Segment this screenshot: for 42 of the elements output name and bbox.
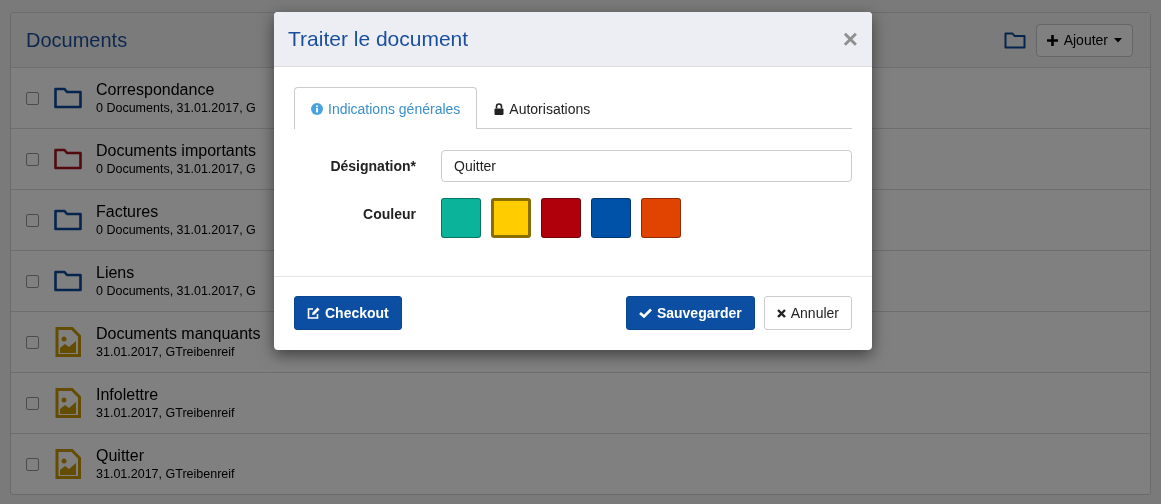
row-checkbox[interactable] xyxy=(26,213,39,227)
field-label: Couleur xyxy=(362,205,416,222)
item-meta: 0 Documents, 31.01.2017, G xyxy=(96,223,256,237)
item-meta: 31.01.2017, GTreibenreif xyxy=(96,345,236,359)
row-checkbox[interactable] xyxy=(26,396,39,410)
item-meta: 0 Documents, 31.01.2017, G xyxy=(96,101,256,115)
item-title[interactable]: Documents manquants xyxy=(96,325,261,343)
row-checkbox[interactable] xyxy=(26,152,39,166)
row-checkbox[interactable] xyxy=(26,274,39,288)
cancel-button[interactable]: Annuler xyxy=(763,296,852,330)
color-swatch[interactable] xyxy=(491,198,531,238)
info-icon xyxy=(311,102,323,115)
tab[interactable]: Autorisations xyxy=(477,87,608,129)
field-label: Désignation* xyxy=(329,157,416,174)
item-title[interactable]: Quitter xyxy=(96,447,235,465)
item-title[interactable]: Documents importants xyxy=(96,142,257,160)
add-button[interactable]: Ajouter xyxy=(1035,23,1133,57)
item-title[interactable]: Infolettre xyxy=(96,386,235,404)
save-button[interactable]: Sauvegarder xyxy=(625,296,755,330)
item-meta: 31.01.2017, GTreibenreif xyxy=(96,467,235,481)
row-checkbox[interactable] xyxy=(26,91,39,105)
item-meta: 0 Documents, 31.01.2017, G xyxy=(96,162,257,176)
item-title[interactable]: Liens xyxy=(96,264,256,282)
checkout-button[interactable]: Checkout xyxy=(294,296,402,330)
panel-title: Documents xyxy=(26,28,128,52)
close-button[interactable]: × xyxy=(842,26,858,52)
row-checkbox[interactable] xyxy=(26,457,39,471)
checkmark-icon xyxy=(638,308,652,318)
item-title[interactable]: Correspondance xyxy=(96,81,256,99)
close-icon xyxy=(776,308,786,318)
dialog-title: Traiter le document xyxy=(288,27,469,51)
edit-icon xyxy=(307,307,320,319)
item-title[interactable]: Factures xyxy=(96,203,256,221)
item-meta: 31.01.2017, GTreibenreif xyxy=(96,406,235,420)
folder-icon[interactable] xyxy=(1003,31,1026,49)
plus-icon xyxy=(1046,34,1058,46)
designation-input[interactable]: Quitter xyxy=(441,150,852,182)
caret-icon xyxy=(1114,37,1122,43)
tab[interactable]: Indications générales xyxy=(294,87,478,129)
lock-icon xyxy=(494,102,505,115)
row-checkbox[interactable] xyxy=(26,335,39,349)
item-meta: 0 Documents, 31.01.2017, G xyxy=(96,284,256,298)
